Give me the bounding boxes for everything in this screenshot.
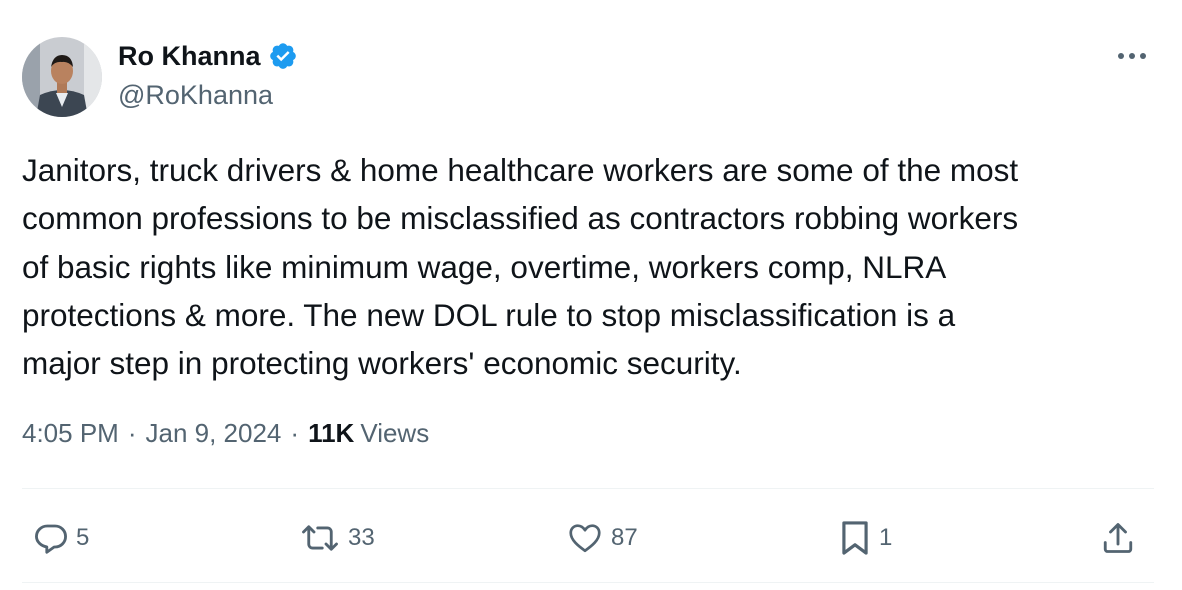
author-name[interactable]: Ro Khanna — [118, 41, 261, 72]
divider — [22, 488, 1154, 489]
retweet-count: 33 — [348, 524, 375, 551]
more-horizontal-icon[interactable] — [1112, 42, 1152, 70]
tweet-time[interactable]: 4:05 PM — [22, 418, 119, 449]
meta-separator: · — [290, 418, 300, 448]
author-name-row[interactable]: Ro Khanna — [118, 38, 298, 74]
views-count[interactable]: 11K — [308, 418, 354, 449]
tweet-date[interactable]: Jan 9, 2024 — [146, 418, 282, 449]
reply-icon — [33, 520, 69, 556]
author-handle[interactable]: @RoKhanna — [118, 80, 273, 111]
heart-icon — [566, 520, 604, 556]
retweet-icon — [299, 520, 341, 556]
reply-count: 5 — [76, 524, 90, 551]
verified-checkmark-icon[interactable] — [268, 41, 298, 71]
views-label[interactable]: Views — [360, 418, 429, 449]
retweet-button[interactable]: 33 — [299, 516, 375, 560]
bookmark-icon — [838, 519, 872, 557]
share-button[interactable] — [1100, 516, 1136, 560]
reply-button[interactable]: 5 — [33, 516, 89, 560]
bookmark-count: 1 — [879, 524, 893, 551]
avatar[interactable] — [22, 37, 102, 117]
like-button[interactable]: 87 — [566, 516, 638, 560]
divider — [22, 582, 1154, 583]
share-icon — [1100, 520, 1136, 556]
bookmark-button[interactable]: 1 — [838, 516, 892, 560]
tweet-meta: 4:05 PM · Jan 9, 2024 · 11K Views — [22, 418, 429, 449]
avatar-image — [22, 37, 102, 117]
tweet-text: Janitors, truck drivers & home healthcar… — [22, 152, 1019, 382]
meta-separator: · — [127, 418, 137, 448]
like-count: 87 — [611, 524, 638, 551]
